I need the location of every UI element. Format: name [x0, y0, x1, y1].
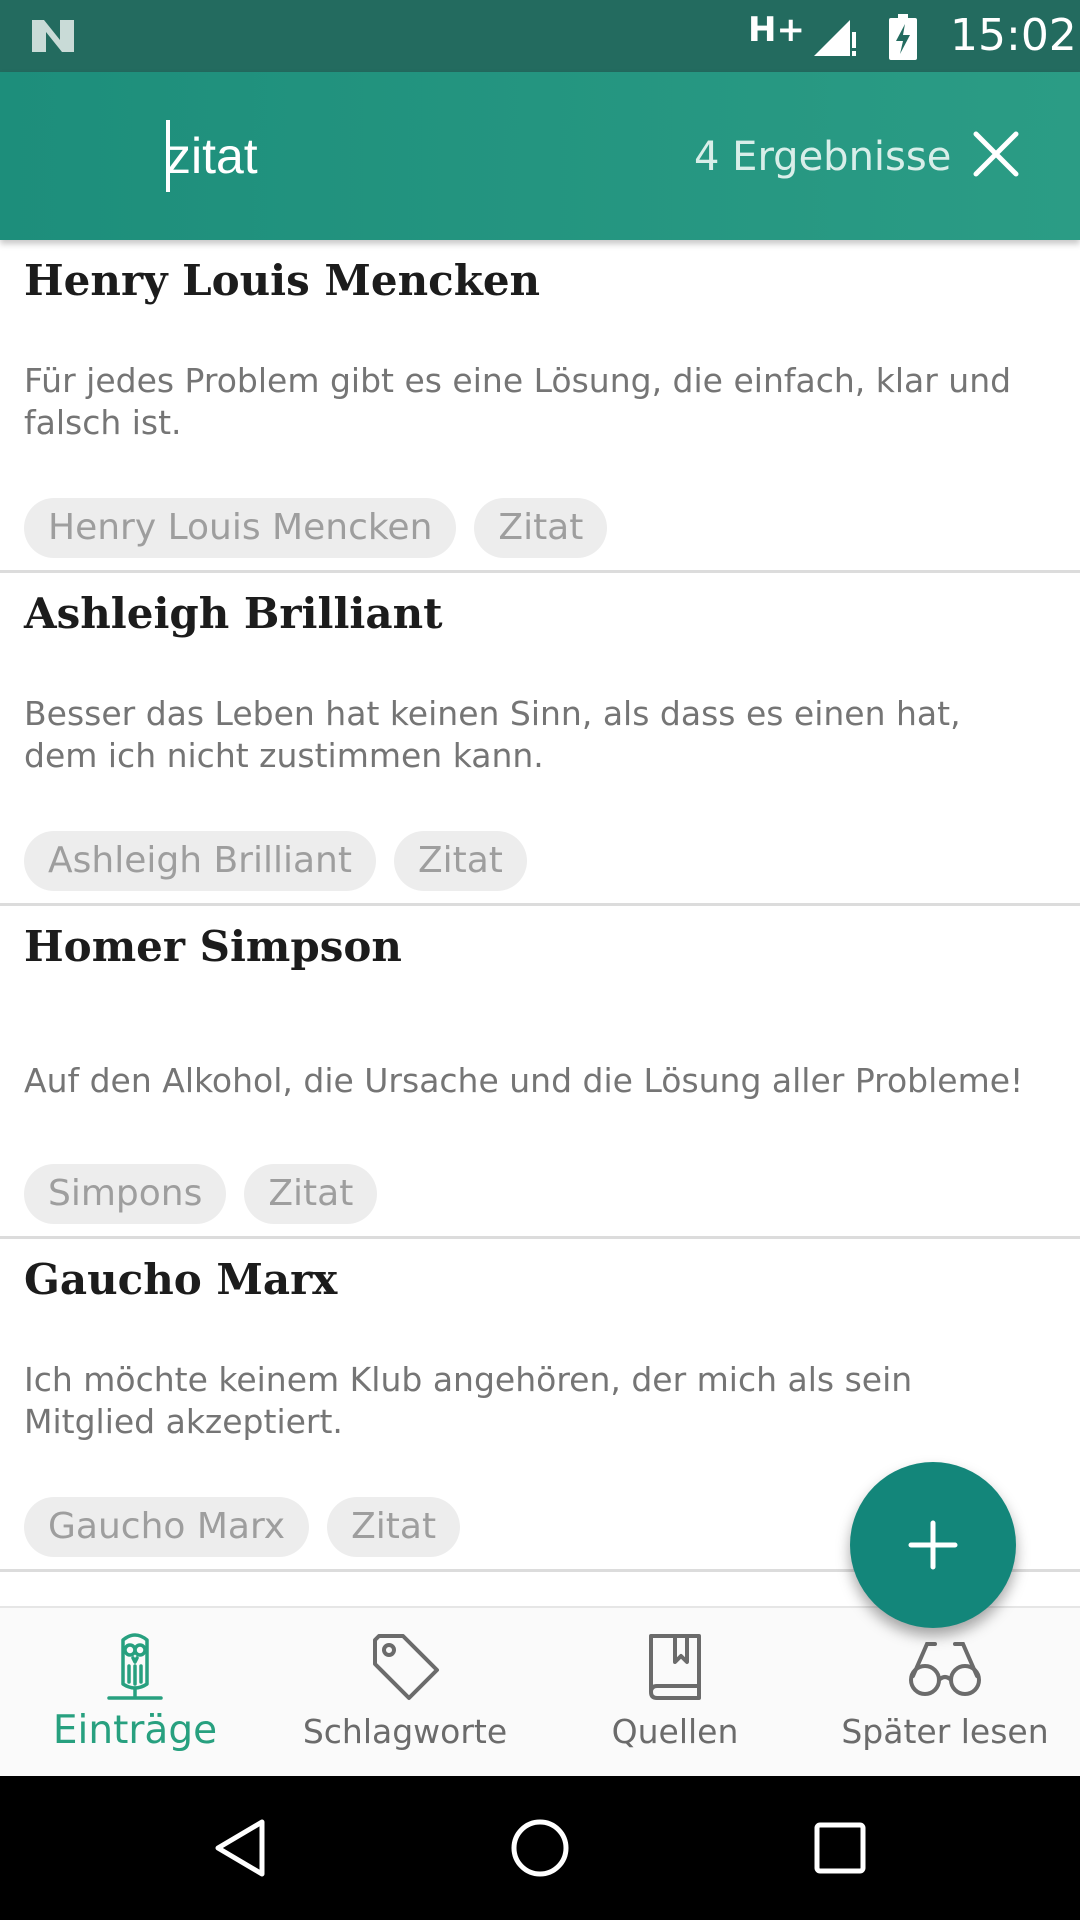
- tag-chip[interactable]: Zitat: [327, 1497, 461, 1557]
- tag-list: Simpons Zitat: [24, 1164, 378, 1224]
- recents-icon[interactable]: [808, 1816, 872, 1880]
- nav-item-spaeter-lesen[interactable]: Später lesen: [810, 1608, 1080, 1778]
- battery-charging-icon: [889, 14, 917, 60]
- owl-icon: [107, 1633, 163, 1700]
- back-icon[interactable]: [208, 1816, 272, 1880]
- list-item[interactable]: Ashleigh Brilliant Besser das Leben hat …: [0, 573, 1080, 906]
- tag-chip[interactable]: Henry Louis Mencken: [24, 498, 457, 558]
- tag-list: Gaucho Marx Zitat: [24, 1497, 461, 1557]
- nav-label: Später lesen: [841, 1712, 1049, 1751]
- entry-quote: Besser das Leben hat keinen Sinn, als da…: [24, 694, 961, 775]
- tag-chip[interactable]: Simpons: [24, 1164, 227, 1224]
- clock: 15:02: [950, 10, 1077, 61]
- add-entry-button[interactable]: [850, 1462, 1016, 1628]
- tag-chip[interactable]: Zitat: [393, 831, 527, 891]
- notification-n-icon: [32, 20, 74, 52]
- entry-quote: Auf den Alkohol, die Ursache und die Lös…: [24, 1061, 1024, 1100]
- entry-title: Henry Louis Mencken: [24, 256, 541, 305]
- network-type-label: H+: [748, 10, 805, 50]
- search-toolbar: 4 Ergebnisse: [0, 72, 1080, 240]
- nav-item-eintraege[interactable]: Einträge: [0, 1608, 270, 1778]
- result-count: 4 Ergebnisse: [694, 134, 952, 180]
- nav-label: Quellen: [611, 1712, 739, 1751]
- tag-chip[interactable]: Ashleigh Brilliant: [24, 831, 376, 891]
- close-icon[interactable]: [964, 122, 1028, 186]
- glasses-icon: [909, 1642, 981, 1696]
- entry-title: Ashleigh Brilliant: [24, 589, 443, 638]
- home-icon[interactable]: [508, 1816, 572, 1880]
- system-navigation-bar: [0, 1776, 1080, 1920]
- entry-title: Homer Simpson: [24, 922, 402, 971]
- list-item[interactable]: Homer Simpson Auf den Alkohol, die Ursac…: [0, 906, 1080, 1239]
- nav-item-schlagworte[interactable]: Schlagworte: [270, 1608, 540, 1778]
- book-icon: [649, 1634, 701, 1700]
- text-cursor: [166, 120, 170, 192]
- entry-quote: Ich möchte keinem Klub angehören, der mi…: [24, 1360, 913, 1441]
- tag-list: Henry Louis Mencken Zitat: [24, 498, 608, 558]
- entry-title: Gaucho Marx: [24, 1255, 338, 1304]
- tag-chip[interactable]: Zitat: [244, 1164, 378, 1224]
- nav-label: Schlagworte: [302, 1712, 508, 1751]
- status-bar: H+ 15:02: [0, 0, 1080, 72]
- plus-icon: [908, 1520, 958, 1570]
- nav-label: Einträge: [52, 1708, 218, 1753]
- nav-item-quellen[interactable]: Quellen: [540, 1608, 810, 1778]
- tag-icon: [373, 1634, 439, 1700]
- entry-list: Henry Louis Mencken Für jedes Problem gi…: [0, 240, 1080, 1572]
- signal-icon: [814, 20, 856, 56]
- entry-quote: Für jedes Problem gibt es eine Lösung, d…: [24, 361, 1012, 442]
- tag-chip[interactable]: Zitat: [474, 498, 608, 558]
- tag-list: Ashleigh Brilliant Zitat: [24, 831, 527, 891]
- tag-chip[interactable]: Gaucho Marx: [24, 1497, 310, 1557]
- bottom-navigation: Einträge Schlagworte Quellen Später lese…: [0, 1606, 1080, 1776]
- search-input[interactable]: [166, 124, 646, 188]
- list-item[interactable]: Henry Louis Mencken Für jedes Problem gi…: [0, 240, 1080, 573]
